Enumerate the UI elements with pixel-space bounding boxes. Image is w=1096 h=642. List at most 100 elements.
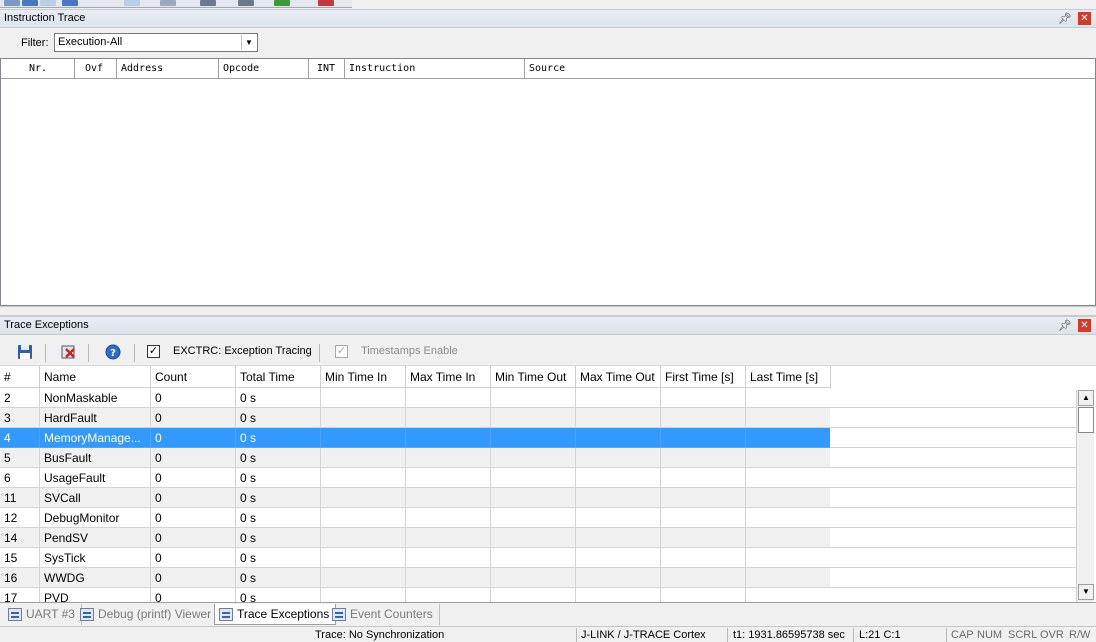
table-row[interactable]: 3 HardFault 0 0 s xyxy=(0,408,1076,428)
cell-total-time: 0 s xyxy=(236,588,321,602)
cell-first-time xyxy=(661,528,746,548)
table-row[interactable]: 6 UsageFault 0 0 s xyxy=(0,468,1076,488)
column-header-count[interactable]: Count xyxy=(151,366,236,388)
toolbar-icon[interactable] xyxy=(124,0,140,6)
cell-first-time xyxy=(661,488,746,508)
toolbar-icon[interactable] xyxy=(160,0,176,6)
tab-event-counters[interactable]: Event Counters xyxy=(328,604,440,625)
tab-uart3[interactable]: UART #3 xyxy=(4,604,82,625)
table-row[interactable]: 12 DebugMonitor 0 0 s xyxy=(0,508,1076,528)
cell-first-time xyxy=(661,468,746,488)
row-empty-area xyxy=(830,508,1076,528)
status-scrl: SCRL xyxy=(1008,629,1038,641)
table-row[interactable]: 4 MemoryManage... 0 0 s xyxy=(0,428,1076,448)
row-empty-area xyxy=(830,548,1076,568)
chevron-down-icon[interactable]: ▼ xyxy=(241,35,256,50)
delete-icon[interactable] xyxy=(61,344,77,360)
column-header-name[interactable]: Name xyxy=(40,366,151,388)
table-row[interactable]: 17 PVD 0 0 s xyxy=(0,588,1076,602)
scroll-thumb[interactable] xyxy=(1078,407,1094,433)
cell-min-time-in xyxy=(321,468,406,488)
cell-number: 17 xyxy=(0,588,40,602)
vertical-scrollbar[interactable]: ▲ ▼ xyxy=(1076,390,1094,602)
status-separator xyxy=(946,628,947,642)
filter-select[interactable]: Execution-All ▼ xyxy=(54,33,258,52)
column-header-number[interactable]: # xyxy=(0,366,40,388)
pin-icon[interactable]: 📌︎ xyxy=(1058,12,1072,25)
pin-icon[interactable]: 📌︎ xyxy=(1058,319,1072,332)
tab-label: Debug (printf) Viewer xyxy=(98,607,212,621)
column-header-last-time[interactable]: Last Time [s] xyxy=(746,366,831,388)
column-header-source[interactable]: Source xyxy=(525,59,1095,78)
panel-splitter[interactable] xyxy=(0,306,1096,316)
cell-max-time-in xyxy=(406,528,491,548)
scroll-up-icon[interactable]: ▲ xyxy=(1078,390,1094,406)
column-header-int[interactable]: INT xyxy=(309,59,345,78)
timestamps-checkbox[interactable]: ✓ xyxy=(335,345,348,358)
table-row[interactable]: 14 PendSV 0 0 s xyxy=(0,528,1076,548)
toolbar-icon[interactable] xyxy=(40,0,56,6)
column-header-nr[interactable]: Nr. xyxy=(1,59,75,78)
cell-max-time-out xyxy=(576,568,661,588)
toolbar-icon[interactable] xyxy=(22,0,38,6)
column-header-opcode[interactable]: Opcode xyxy=(219,59,309,78)
column-header-instruction[interactable]: Instruction xyxy=(345,59,525,78)
column-header-min-time-out[interactable]: Min Time Out xyxy=(491,366,576,388)
cell-min-time-out xyxy=(491,588,576,602)
row-empty-area xyxy=(830,588,1076,602)
table-row[interactable]: 16 WWDG 0 0 s xyxy=(0,568,1076,588)
scroll-down-icon[interactable]: ▼ xyxy=(1078,584,1094,600)
cell-name: SVCall xyxy=(40,488,151,508)
serial-window-icon xyxy=(80,608,94,621)
cell-count: 0 xyxy=(151,408,236,428)
status-bar: Trace: No Synchronization J-LINK / J-TRA… xyxy=(0,626,1096,642)
cell-first-time xyxy=(661,408,746,428)
bottom-tab-bar: UART #3 Debug (printf) Viewer Trace Exce… xyxy=(0,602,1096,626)
toolbar-icon[interactable] xyxy=(62,0,78,6)
column-header-max-time-out[interactable]: Max Time Out xyxy=(576,366,661,388)
toolbar-empty-area xyxy=(352,0,1096,8)
toolbar-icon[interactable] xyxy=(200,0,216,6)
close-icon[interactable]: ✕ xyxy=(1078,319,1091,332)
exctrc-checkbox[interactable]: ✓ xyxy=(147,345,160,358)
table-row[interactable]: 2 NonMaskable 0 0 s xyxy=(0,388,1076,408)
close-icon[interactable]: ✕ xyxy=(1078,12,1091,25)
cell-min-time-out xyxy=(491,548,576,568)
column-header-total-time[interactable]: Total Time xyxy=(236,366,321,388)
column-header-min-time-in[interactable]: Min Time In xyxy=(321,366,406,388)
cell-total-time: 0 s xyxy=(236,548,321,568)
row-empty-area xyxy=(830,388,1076,408)
toolbar-icon[interactable] xyxy=(318,0,334,6)
cell-number: 6 xyxy=(0,468,40,488)
column-header-ovf[interactable]: Ovf xyxy=(75,59,117,78)
cell-count: 0 xyxy=(151,548,236,568)
trace-exceptions-grid[interactable]: # Name Count Total Time Min Time In Max … xyxy=(0,366,1096,602)
cell-min-time-in xyxy=(321,408,406,428)
table-row[interactable]: 15 SysTick 0 0 s xyxy=(0,548,1076,568)
toolbar-icon[interactable] xyxy=(238,0,254,6)
cell-number: 12 xyxy=(0,508,40,528)
table-row[interactable]: 5 BusFault 0 0 s xyxy=(0,448,1076,468)
trace-exceptions-titlebar: Trace Exceptions 📌︎ ✕ xyxy=(0,316,1096,335)
toolbar-icon[interactable] xyxy=(274,0,290,6)
column-header-address[interactable]: Address xyxy=(117,59,219,78)
instruction-trace-grid[interactable]: Nr. Ovf Address Opcode INT Instruction S… xyxy=(0,58,1096,306)
row-empty-area xyxy=(830,568,1076,588)
tab-trace-exceptions[interactable]: Trace Exceptions xyxy=(214,604,337,625)
table-row[interactable]: 11 SVCall 0 0 s xyxy=(0,488,1076,508)
cell-count: 0 xyxy=(151,508,236,528)
exctrc-label: EXCTRC: Exception Tracing xyxy=(173,345,312,357)
cell-number: 2 xyxy=(0,388,40,408)
row-empty-area xyxy=(830,528,1076,548)
column-header-first-time[interactable]: First Time [s] xyxy=(661,366,746,388)
save-icon[interactable] xyxy=(17,344,33,360)
cell-count: 0 xyxy=(151,388,236,408)
cell-max-time-out xyxy=(576,468,661,488)
column-header-max-time-in[interactable]: Max Time In xyxy=(406,366,491,388)
tab-debug-printf-viewer[interactable]: Debug (printf) Viewer xyxy=(76,604,219,625)
status-separator xyxy=(853,628,854,642)
help-icon[interactable]: ? xyxy=(105,344,121,360)
cell-first-time xyxy=(661,428,746,448)
toolbar-icon[interactable] xyxy=(4,0,20,6)
cell-last-time xyxy=(746,448,831,468)
